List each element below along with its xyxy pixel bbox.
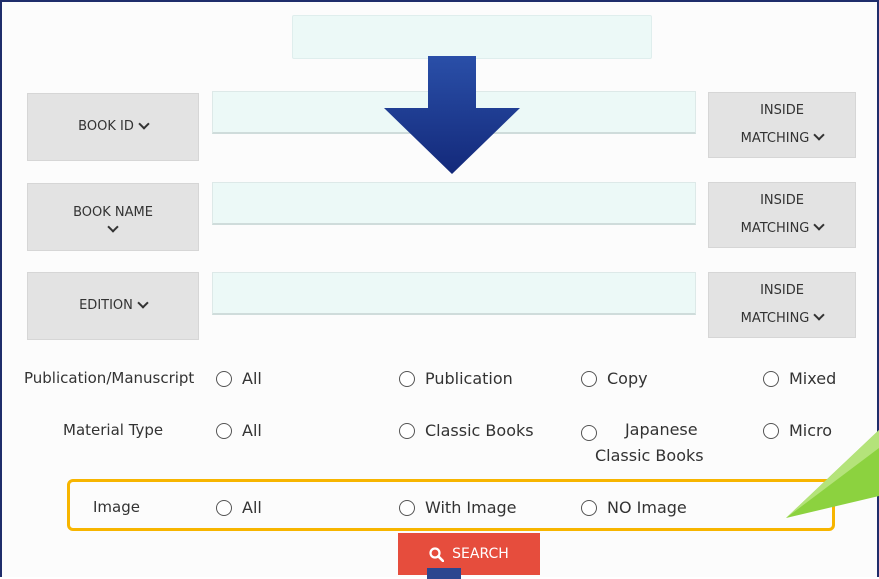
radio-icon [216, 422, 232, 439]
matching-line1: INSIDE [760, 283, 804, 298]
matching-line2: MATCHING [740, 131, 810, 146]
option-label: Classic Books [425, 421, 534, 440]
book-id-matching-dropdown[interactable]: INSIDE MATCHING [708, 92, 856, 158]
material-option-japanese-classic[interactable]: Japanese Classic Books [581, 420, 704, 469]
radio-icon [399, 370, 415, 387]
radio-icon [581, 499, 597, 516]
option-label: Mixed [789, 369, 837, 388]
option-label-line2: Classic Books [595, 446, 704, 465]
radio-icon [763, 370, 779, 387]
option-label: All [242, 369, 262, 388]
edition-matching-dropdown[interactable]: INSIDE MATCHING [708, 272, 856, 338]
search-button[interactable]: SEARCH [398, 533, 540, 575]
option-label: All [242, 421, 262, 440]
radio-icon [763, 422, 779, 439]
top-search-field[interactable] [292, 15, 652, 59]
radio-icon [581, 370, 597, 387]
option-label: With Image [425, 498, 517, 517]
publication-option-copy[interactable]: Copy [581, 369, 648, 388]
material-option-all[interactable]: All [216, 421, 262, 440]
image-option-no-image[interactable]: NO Image [581, 498, 687, 517]
matching-line1: INSIDE [760, 103, 804, 118]
option-label: NO Image [607, 498, 687, 517]
book-name-matching-dropdown[interactable]: INSIDE MATCHING [708, 182, 856, 248]
matching-line2: MATCHING [740, 221, 810, 236]
book-id-label: BOOK ID [78, 119, 134, 134]
publication-option-mixed[interactable]: Mixed [763, 369, 836, 388]
radio-icon [581, 425, 597, 441]
publication-manuscript-label: Publication/Manuscript [24, 369, 195, 387]
edition-label: EDITION [79, 298, 133, 313]
option-label: All [242, 498, 262, 517]
option-label: Publication [425, 369, 513, 388]
chevron-down-icon [138, 118, 150, 130]
image-option-all[interactable]: All [216, 498, 262, 517]
edition-dropdown[interactable]: EDITION [27, 272, 199, 340]
publication-option-all[interactable]: All [216, 369, 262, 388]
book-name-input[interactable] [212, 182, 696, 225]
chevron-down-icon [137, 297, 149, 309]
chevron-down-icon [813, 129, 826, 141]
radio-icon [399, 422, 415, 439]
material-option-classic-books[interactable]: Classic Books [399, 421, 534, 440]
edition-input[interactable] [212, 272, 696, 315]
book-id-dropdown[interactable]: BOOK ID [27, 93, 199, 161]
image-label: Image [93, 498, 140, 516]
matching-line1: INSIDE [760, 193, 804, 208]
search-icon [429, 546, 445, 562]
image-option-with-image[interactable]: With Image [399, 498, 517, 517]
material-type-label: Material Type [63, 421, 164, 439]
book-name-dropdown[interactable]: BOOK NAME [27, 183, 199, 251]
radio-icon [216, 370, 232, 387]
chevron-down-icon [813, 219, 826, 231]
radio-icon [216, 499, 232, 516]
chevron-down-icon [813, 309, 826, 321]
option-label-line1: Japanese [624, 420, 698, 439]
search-label: SEARCH [452, 546, 509, 562]
publication-option-publication[interactable]: Publication [399, 369, 513, 388]
down-arrow-icon [384, 56, 520, 174]
down-arrow-stub-icon [427, 568, 461, 579]
radio-icon [399, 499, 415, 516]
matching-line2: MATCHING [740, 311, 810, 326]
option-label: Copy [607, 369, 648, 388]
callout-pointer [786, 430, 879, 518]
